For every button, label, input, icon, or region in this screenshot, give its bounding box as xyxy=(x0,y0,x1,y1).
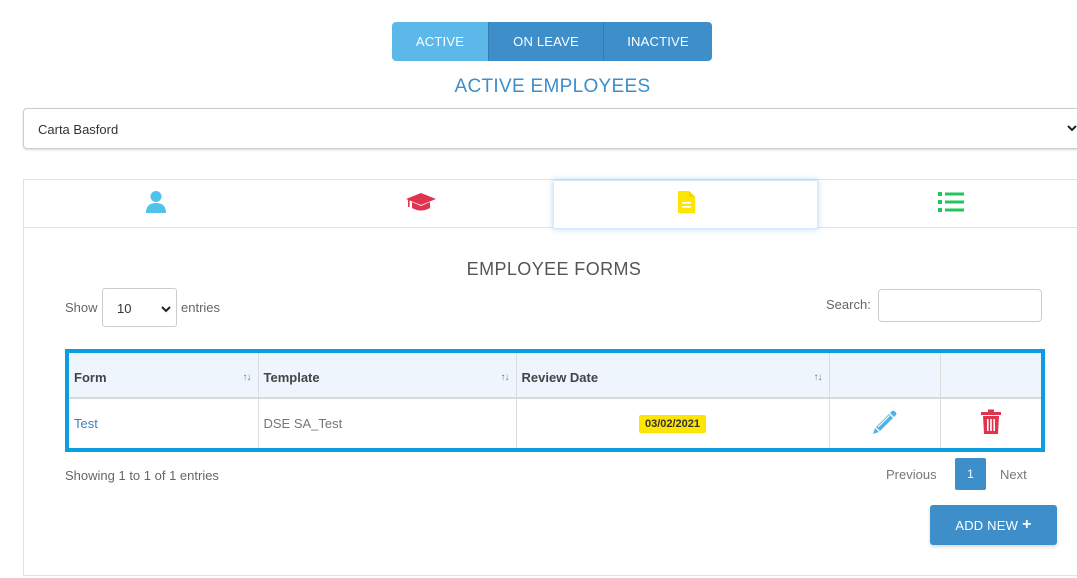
trash-icon[interactable] xyxy=(980,409,1002,438)
employee-panel: EMPLOYEE FORMS Show 10 entries Search: F… xyxy=(23,179,1077,576)
section-title: EMPLOYEE FORMS xyxy=(466,259,642,279)
sort-icon: ↑↓ xyxy=(813,372,823,383)
review-date-badge: 03/02/2021 xyxy=(638,414,707,433)
tab-forms[interactable] xyxy=(553,180,818,229)
search-label: Search: xyxy=(826,297,871,312)
list-icon xyxy=(937,191,964,218)
column-header-review-date[interactable]: Review Date ↑↓ xyxy=(516,353,830,399)
document-icon xyxy=(676,190,696,219)
column-header-template[interactable]: Template ↑↓ xyxy=(258,353,517,399)
sort-icon: ↑↓ xyxy=(500,372,510,383)
column-header-label: Form xyxy=(74,370,107,385)
column-header-delete xyxy=(940,353,1041,399)
add-new-button[interactable]: ADD NEW + xyxy=(930,505,1057,545)
tab-training[interactable] xyxy=(288,180,553,228)
entries-label: entries xyxy=(181,300,221,315)
search-input[interactable] xyxy=(878,289,1042,322)
pencil-icon[interactable] xyxy=(871,408,899,439)
table-row: Test DSE SA_Test 03/02/2021 xyxy=(69,398,1041,448)
entries-length-value: 10 xyxy=(117,301,132,316)
inactive-status-button[interactable]: INACTIVE xyxy=(603,22,712,61)
chevron-down-icon xyxy=(1066,121,1077,140)
delete-cell xyxy=(940,398,1041,448)
tab-profile[interactable] xyxy=(24,180,288,228)
forms-table-container: Form ↑↓ Template ↑↓ Review Date ↑↓ Test DSE… xyxy=(65,349,1045,452)
graduation-cap-icon xyxy=(405,192,437,217)
user-icon xyxy=(145,190,167,219)
show-label: Show xyxy=(65,300,98,315)
review-date-cell: 03/02/2021 xyxy=(516,398,830,448)
employee-select-value: Carta Basford xyxy=(38,122,119,137)
sort-icon: ↑↓ xyxy=(242,372,252,383)
add-new-label: ADD NEW xyxy=(955,517,1019,533)
edit-cell xyxy=(829,398,941,448)
plus-icon: + xyxy=(1022,516,1032,533)
table-info: Showing 1 to 1 of 1 entries xyxy=(65,468,219,483)
entries-length-select[interactable]: 10 xyxy=(102,288,177,327)
form-name-link[interactable]: Test xyxy=(69,398,259,448)
employee-select[interactable]: Carta Basford xyxy=(23,108,1077,149)
template-cell: DSE SA_Test xyxy=(258,398,517,448)
chevron-down-icon xyxy=(160,302,172,320)
pagination-page-1[interactable]: 1 xyxy=(955,458,986,490)
tab-list[interactable] xyxy=(818,180,1077,228)
table-header-row: Form ↑↓ Template ↑↓ Review Date ↑↓ xyxy=(69,353,1041,399)
status-toggle-group: ACTIVE ON LEAVE INACTIVE xyxy=(392,22,712,61)
on-leave-status-button[interactable]: ON LEAVE xyxy=(488,22,603,61)
column-header-form[interactable]: Form ↑↓ xyxy=(69,353,259,399)
active-status-button[interactable]: ACTIVE xyxy=(392,22,488,61)
column-header-edit xyxy=(829,353,941,399)
column-header-label: Template xyxy=(263,370,320,385)
pagination-next[interactable]: Next xyxy=(1000,467,1027,482)
forms-table: Form ↑↓ Template ↑↓ Review Date ↑↓ Test DSE… xyxy=(69,353,1041,448)
tab-bar xyxy=(24,180,1077,229)
column-header-label: Review Date xyxy=(521,370,599,385)
page-title: ACTIVE EMPLOYEES xyxy=(454,76,651,97)
pagination-previous[interactable]: Previous xyxy=(886,467,937,482)
